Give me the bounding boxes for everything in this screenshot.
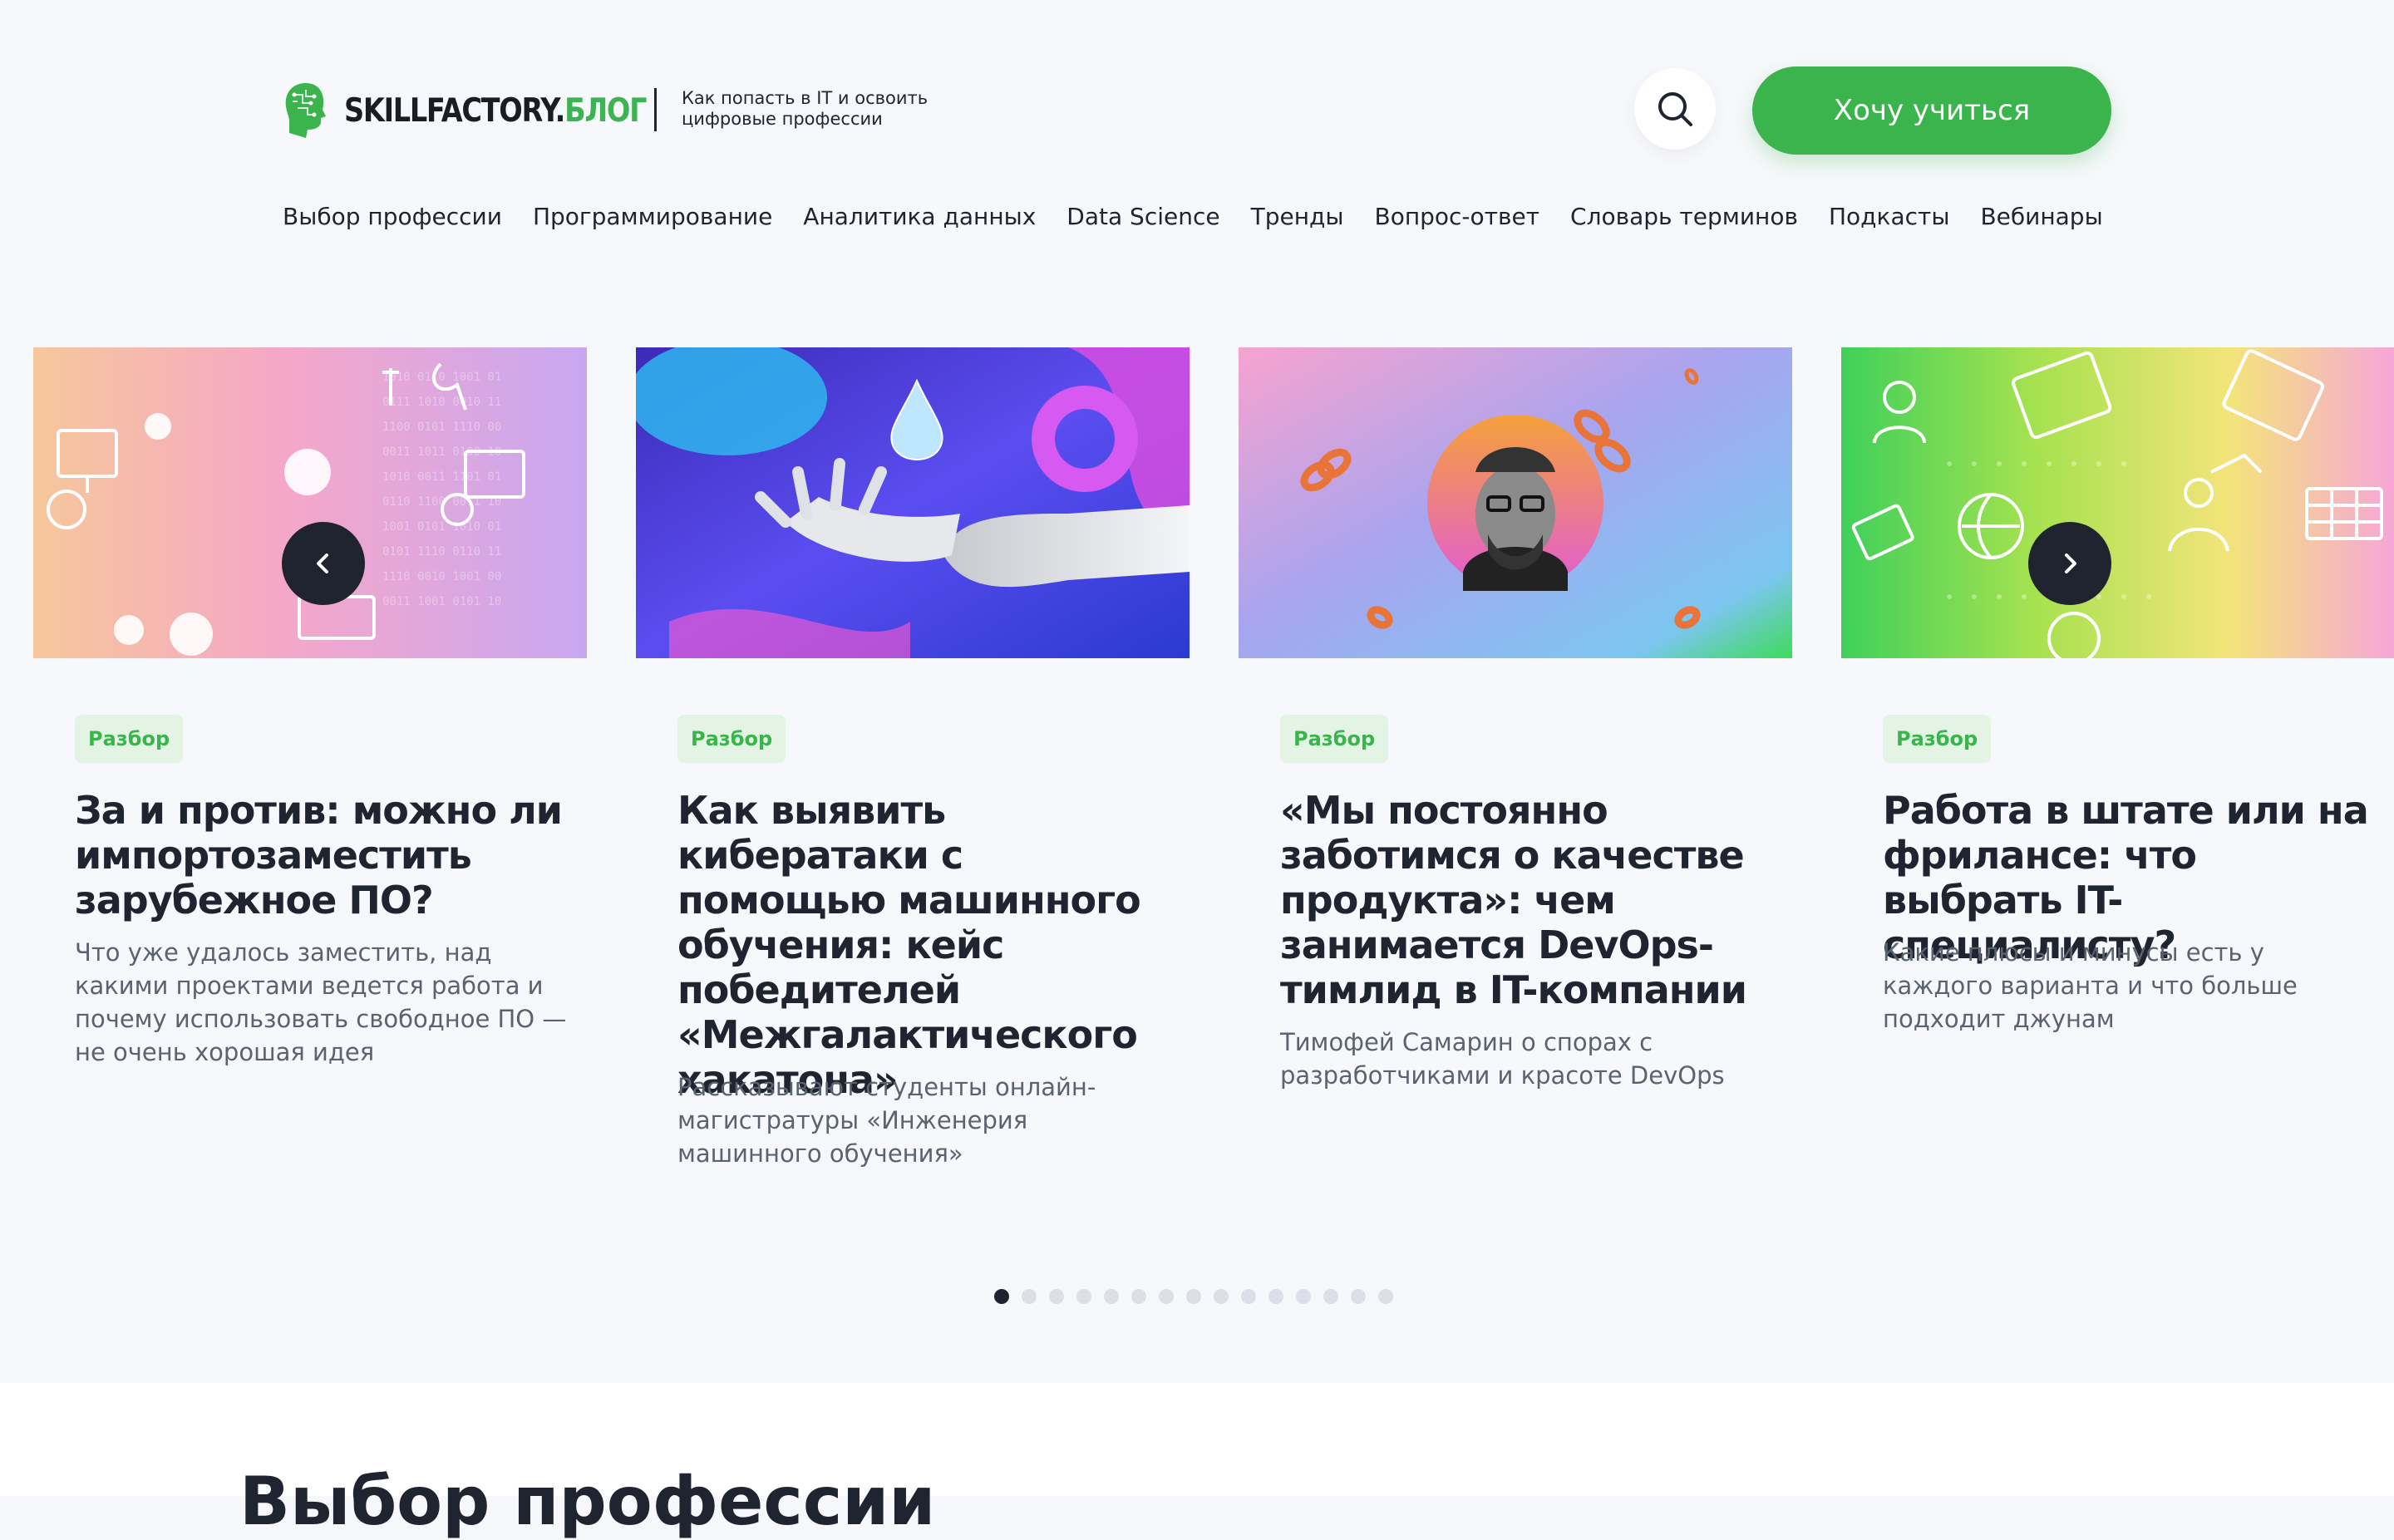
brain-head-icon bbox=[285, 83, 326, 138]
section-title: Выбор профессии bbox=[239, 1463, 936, 1540]
logo-wordmark: SKILLFACTORY.БЛОГ bbox=[344, 91, 648, 130]
nav-item-analytics[interactable]: Аналитика данных bbox=[803, 203, 1036, 230]
pagination-dot[interactable] bbox=[1159, 1289, 1174, 1304]
want-to-study-button[interactable]: Хочу учиться bbox=[1752, 66, 2111, 155]
svg-text:1110 0010 1001 00: 1110 0010 1001 00 bbox=[382, 570, 501, 583]
search-icon bbox=[1658, 92, 1692, 126]
svg-text:1010 0110 1001 01: 1010 0110 1001 01 bbox=[382, 371, 501, 384]
pagination-dot[interactable] bbox=[1022, 1289, 1037, 1304]
article-image[interactable] bbox=[1841, 347, 2394, 658]
article-description: Какие плюсы и минусы есть у каждого вари… bbox=[1883, 938, 2298, 1033]
article-tag[interactable]: Разбор bbox=[677, 715, 786, 763]
pagination-dot[interactable] bbox=[1214, 1289, 1229, 1304]
carousel-pagination bbox=[994, 1289, 1393, 1304]
article-description: Что уже удалось заместить, над какими пр… bbox=[75, 938, 567, 1066]
article-description: Тимофей Самарин о спорах с разработчикам… bbox=[1280, 1028, 1725, 1090]
pagination-dot[interactable] bbox=[1378, 1289, 1393, 1304]
nav-item-profession[interactable]: Выбор профессии bbox=[283, 203, 502, 230]
logo[interactable]: SKILLFACTORY.БЛОГ bbox=[281, 80, 695, 141]
tagline-line-1: Как попасть в IT и освоить bbox=[682, 88, 929, 108]
pagination-dot[interactable] bbox=[1076, 1289, 1091, 1304]
svg-text:1010 0011 1101 01: 1010 0011 1101 01 bbox=[382, 470, 501, 484]
nav-item-faq[interactable]: Вопрос-ответ bbox=[1374, 203, 1539, 230]
pagination-dot[interactable] bbox=[1351, 1289, 1366, 1304]
nav-item-glossary[interactable]: Словарь терминов bbox=[1570, 203, 1798, 230]
carousel-next-button[interactable] bbox=[2028, 522, 2111, 605]
article-card[interactable]: 1010 0110 1001 01 0111 1010 0010 11 1100 … bbox=[33, 347, 587, 1066]
svg-text:0110 1100 0011 10: 0110 1100 0011 10 bbox=[382, 495, 501, 509]
logo-text-main: SKILLFACTORY. bbox=[344, 91, 565, 130]
logo-text-blog: БЛОГ bbox=[564, 91, 647, 130]
article-tag[interactable]: Разбор bbox=[1883, 715, 1992, 763]
nav-item-webinars[interactable]: Вебинары bbox=[1980, 203, 2102, 230]
chevron-right-icon bbox=[2065, 554, 2076, 573]
pagination-dot[interactable] bbox=[994, 1289, 1009, 1304]
tagline-line-2: цифровые профессии bbox=[682, 109, 883, 129]
svg-text:1100 0101 1110 00: 1100 0101 1110 00 bbox=[382, 421, 501, 434]
articles-carousel: 1010 0110 1001 01 0111 1010 0010 11 1100 … bbox=[0, 347, 2394, 1228]
chevron-left-icon bbox=[317, 554, 328, 573]
nav-item-trends[interactable]: Тренды bbox=[1251, 203, 1344, 230]
nav-item-programming[interactable]: Программирование bbox=[533, 203, 772, 230]
article-card[interactable]: Разбор «Мы постоянно заботимся о качеств… bbox=[1239, 347, 1792, 1090]
article-image[interactable] bbox=[636, 347, 1190, 658]
nav-item-data-science[interactable]: Data Science bbox=[1066, 203, 1219, 230]
pagination-dot[interactable] bbox=[1104, 1289, 1119, 1304]
carousel-prev-button[interactable] bbox=[282, 522, 365, 605]
logo-tagline: Как попасть в IT и освоить цифровые проф… bbox=[682, 88, 928, 130]
svg-text:1001 0101 1010 01: 1001 0101 1010 01 bbox=[382, 520, 501, 534]
article-title[interactable]: «Мы постоянно заботимся о качестве проду… bbox=[1280, 788, 1779, 1012]
article-card[interactable]: Разбор Как выявить кибератаки с помощью … bbox=[636, 347, 1190, 1168]
article-tag[interactable]: Разбор bbox=[75, 715, 184, 763]
svg-text:0011 1001 0101 10: 0011 1001 0101 10 bbox=[382, 595, 501, 608]
pagination-dot[interactable] bbox=[1241, 1289, 1256, 1304]
svg-text:0101 1110 0110 11: 0101 1110 0110 11 bbox=[382, 545, 501, 558]
article-image[interactable]: 1010 0110 1001 01 0111 1010 0010 11 1100 … bbox=[33, 347, 587, 658]
search-button[interactable] bbox=[1634, 68, 1716, 150]
pagination-dot[interactable] bbox=[1296, 1289, 1311, 1304]
article-title[interactable]: Как выявить кибератаки с помощью машинно… bbox=[677, 788, 1176, 1102]
article-tag[interactable]: Разбор bbox=[1280, 715, 1389, 763]
article-card[interactable]: Разбор Работа в штате или на фрилансе: ч… bbox=[1841, 347, 2394, 1033]
pagination-dot[interactable] bbox=[1049, 1289, 1064, 1304]
svg-text:0111 1010 0010 11: 0111 1010 0010 11 bbox=[382, 396, 501, 409]
main-nav: Выбор профессии Программирование Аналити… bbox=[283, 203, 2103, 230]
pagination-dot[interactable] bbox=[1323, 1289, 1338, 1304]
svg-text:0011 1011 0100 10: 0011 1011 0100 10 bbox=[382, 445, 501, 459]
pagination-dot[interactable] bbox=[1186, 1289, 1201, 1304]
article-image[interactable] bbox=[1239, 347, 1792, 658]
article-description: Рассказывают студенты онлайн-магистратур… bbox=[677, 1073, 1096, 1168]
nav-item-podcasts[interactable]: Подкасты bbox=[1829, 203, 1949, 230]
pagination-dot[interactable] bbox=[1268, 1289, 1283, 1304]
logo-divider bbox=[654, 88, 657, 131]
pagination-dot[interactable] bbox=[1131, 1289, 1146, 1304]
article-title[interactable]: За и против: можно ли импортозаместить з… bbox=[75, 788, 574, 923]
